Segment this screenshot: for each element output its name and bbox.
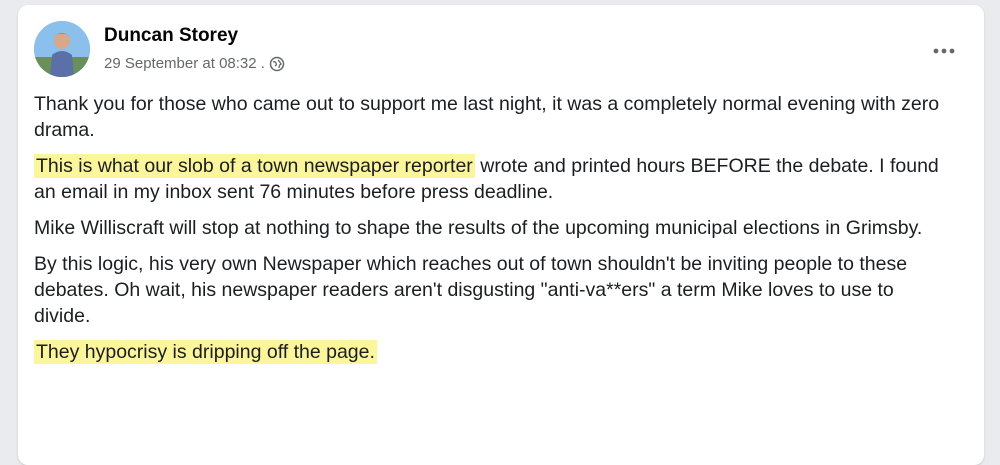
more-options-icon[interactable] (926, 39, 962, 63)
avatar[interactable] (34, 21, 90, 77)
highlighted-text: This is what our slob of a town newspape… (34, 154, 475, 178)
post-paragraph: They hypocrisy is dripping off the page. (34, 339, 944, 365)
author-name[interactable]: Duncan Storey (104, 25, 238, 47)
post-paragraph: Thank you for those who came out to supp… (34, 91, 944, 143)
post-body: Thank you for those who came out to supp… (34, 91, 944, 375)
post-meta: 29 September at 08:32 . (104, 55, 285, 72)
paragraph-text: Thank you for those who came out to supp… (34, 93, 940, 141)
post-header: Duncan Storey 29 September at 08:32 . (34, 21, 968, 81)
paragraph-text: Mike Williscraft will stop at nothing to… (34, 217, 923, 239)
paragraph-text: By this logic, his very own Newspaper wh… (34, 253, 908, 327)
post-card: Duncan Storey 29 September at 08:32 . Th… (18, 5, 984, 465)
post-paragraph: Mike Williscraft will stop at nothing to… (34, 215, 944, 241)
post-paragraph: By this logic, his very own Newspaper wh… (34, 251, 944, 329)
highlighted-text: They hypocrisy is dripping off the page. (34, 340, 377, 364)
post-timestamp[interactable]: 29 September at 08:32 . (104, 55, 265, 72)
post-paragraph: This is what our slob of a town newspape… (34, 153, 944, 205)
globe-icon (269, 56, 285, 72)
